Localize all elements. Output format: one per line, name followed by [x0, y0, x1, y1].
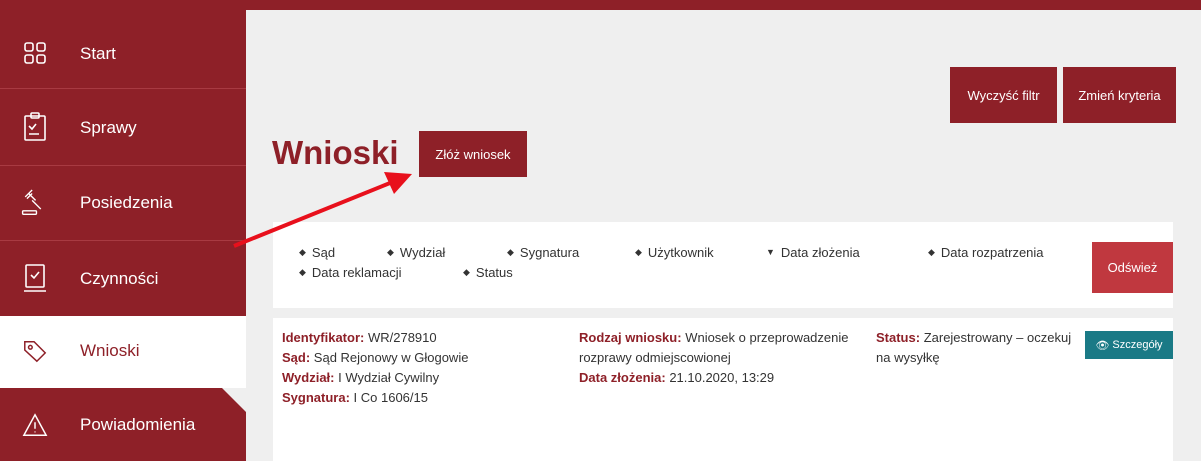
sidebar: Start Sprawy Posiedzenia Czynności Wnios…	[0, 0, 246, 461]
sidebar-item-sprawy[interactable]: Sprawy	[0, 89, 246, 165]
grid-icon	[22, 38, 48, 68]
request-type: Rodzaj wniosku: Wniosek o przeprowadzeni…	[579, 330, 849, 345]
sort-review-date[interactable]: ◆ Data rozpatrzenia	[928, 245, 1044, 260]
sort-court[interactable]: ◆ Sąd	[299, 245, 335, 260]
sort-icon: ◆	[387, 247, 394, 257]
filter-bar: ◆ Sąd ◆ Wydział ◆ Sygnatura ◆ Użytkownik ▼ Da…	[273, 222, 1173, 308]
sidebar-item-start[interactable]: Start	[0, 10, 246, 88]
sort-signature[interactable]: ◆ Sygnatura	[507, 245, 579, 260]
sort-status[interactable]: ◆ Status	[463, 265, 513, 280]
sidebar-item-label: Posiedzenia	[80, 193, 173, 212]
sidebar-item-wnioski[interactable]: Wnioski	[0, 316, 246, 388]
request-status: Status: Zarejestrowany – oczekuj	[876, 330, 1072, 345]
request-status-cont: na wysyłkę	[876, 350, 940, 365]
submit-request-button[interactable]: Złóż wniosek	[419, 131, 527, 177]
request-date: Data złożenia: 21.10.2020, 13:29	[579, 370, 775, 385]
details-button[interactable]: 👁 Szczegóły	[1085, 331, 1173, 359]
sidebar-item-czynnosci[interactable]: Czynności	[0, 241, 246, 316]
sort-icon: ◆	[299, 247, 306, 257]
document-check-icon	[22, 263, 48, 293]
sort-down-icon: ▼	[766, 247, 775, 257]
request-card: Identyfikator: WR/278910 Sąd: Sąd Rejono…	[273, 318, 1173, 461]
clear-filter-button[interactable]: Wyczyść filtr	[950, 67, 1057, 123]
sidebar-item-label: Powiadomienia	[80, 415, 196, 434]
sort-icon: ◆	[635, 247, 642, 257]
request-id: Identyfikator: WR/278910	[282, 330, 437, 345]
gavel-icon	[20, 188, 46, 218]
sort-user[interactable]: ◆ Użytkownik	[635, 245, 714, 260]
sort-icon: ◆	[507, 247, 514, 257]
main-content: Wyczyść filtr Zmień kryteria Wnioski Złó…	[246, 10, 1201, 461]
sidebar-item-powiadomienia[interactable]: Powiadomienia	[0, 388, 222, 461]
clipboard-icon	[22, 112, 48, 142]
sidebar-item-label: Czynności	[80, 269, 159, 288]
sidebar-item-label: Sprawy	[80, 118, 137, 137]
tag-icon	[22, 336, 48, 366]
change-criteria-button[interactable]: Zmień kryteria	[1063, 67, 1176, 123]
request-court: Sąd: Sąd Rejonowy w Głogowie	[282, 350, 469, 365]
sidebar-item-label: Start	[80, 44, 116, 63]
request-signature: Sygnatura: I Co 1606/15	[282, 390, 428, 405]
page-title: Wnioski	[272, 134, 399, 171]
refresh-button[interactable]: Odśwież	[1092, 242, 1173, 293]
sort-complaint-date[interactable]: ◆ Data reklamacji	[299, 265, 402, 280]
eye-icon: 👁	[1095, 339, 1110, 352]
request-type-cont: rozprawy odmiejscowionej	[579, 350, 731, 365]
sort-department[interactable]: ◆ Wydział	[387, 245, 445, 260]
sort-submission-date[interactable]: ▼ Data złożenia	[766, 245, 860, 260]
sort-icon: ◆	[928, 247, 935, 257]
request-department: Wydział: I Wydział Cywilny	[282, 370, 440, 385]
sort-icon: ◆	[299, 267, 306, 277]
nav-tab-corner	[222, 388, 246, 461]
warning-icon	[22, 410, 48, 440]
sidebar-item-posiedzenia[interactable]: Posiedzenia	[0, 166, 246, 240]
sort-icon: ◆	[463, 267, 470, 277]
sidebar-item-label: Wnioski	[80, 341, 140, 360]
